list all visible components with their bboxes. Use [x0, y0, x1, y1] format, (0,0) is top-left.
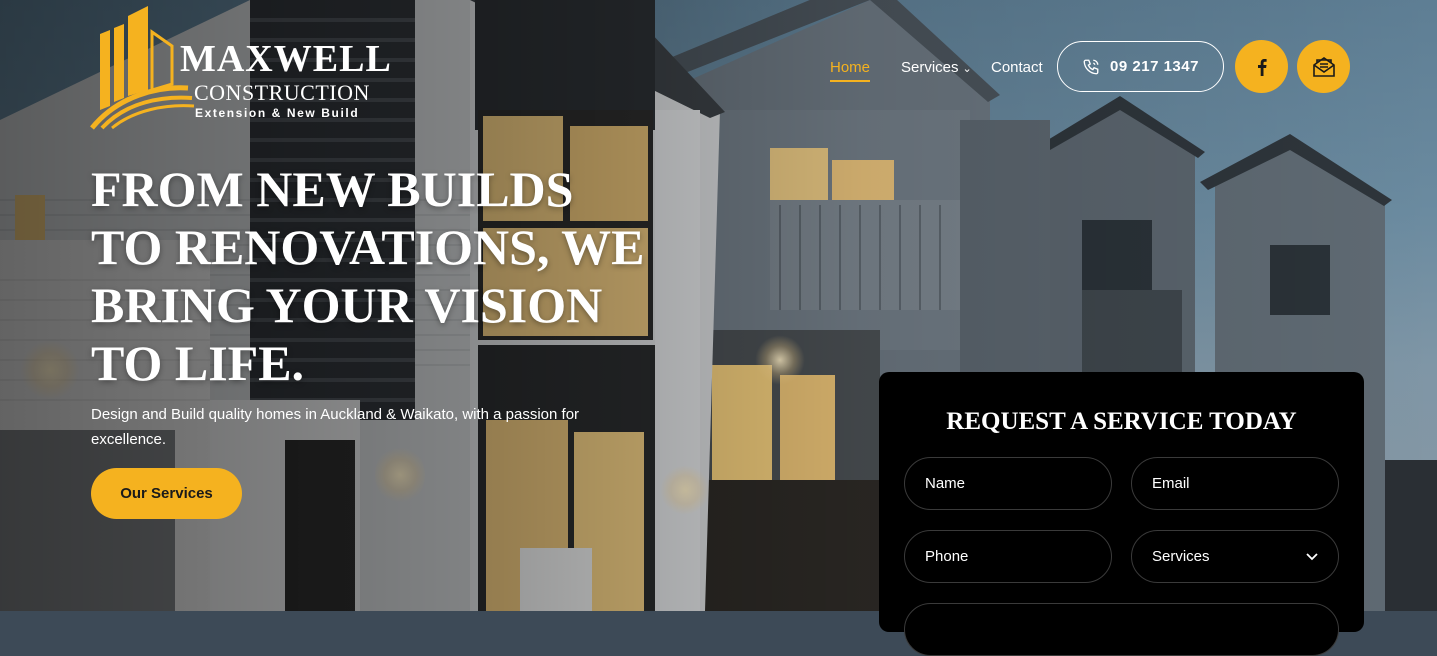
phone-field[interactable]: Phone: [904, 530, 1112, 583]
mail-icon: [1312, 56, 1335, 77]
facebook-button[interactable]: [1235, 40, 1288, 93]
name-placeholder: Name: [925, 475, 966, 492]
brand-subtitle: CONSTRUCTION: [194, 80, 370, 105]
hero-description: Design and Build quality homes in Auckla…: [91, 406, 580, 448]
request-service-form: REQUEST A SERVICE TODAY Name Email Phone…: [879, 372, 1364, 656]
name-field[interactable]: Name: [904, 457, 1112, 510]
brand-logo[interactable]: MAXWELL CONSTRUCTION Extension & New Bui…: [88, 6, 408, 130]
phone-button[interactable]: 09 217 1347: [1057, 41, 1224, 92]
phone-placeholder: Phone: [925, 548, 969, 565]
phone-icon: [1083, 59, 1099, 74]
email-placeholder: Email: [1152, 475, 1190, 492]
brand-tagline: Extension & New Build: [195, 106, 360, 120]
facebook-icon: [1257, 58, 1267, 76]
nav-item-home[interactable]: Home: [830, 59, 871, 82]
form-title: REQUEST A SERVICE TODAY: [946, 408, 1297, 435]
hero-title: FROM NEW BUILDS TO RENOVATIONS, WE BRING…: [91, 161, 645, 391]
our-services-button[interactable]: Our Services: [91, 468, 242, 519]
brand-name: MAXWELL: [180, 38, 392, 80]
nav-item-services-label: Services: [901, 59, 959, 76]
services-select-value: Services: [1152, 548, 1210, 565]
chevron-down-icon: ⌄: [962, 62, 972, 75]
email-field[interactable]: Email: [1131, 457, 1339, 510]
nav-item-services[interactable]: Services ⌄: [901, 59, 972, 76]
nav-item-contact[interactable]: Contact: [991, 59, 1043, 76]
phone-number: 09 217 1347: [1110, 58, 1199, 75]
chevron-down-icon: [1306, 552, 1318, 560]
services-select[interactable]: Services: [1131, 530, 1339, 583]
mail-button[interactable]: [1297, 40, 1350, 93]
